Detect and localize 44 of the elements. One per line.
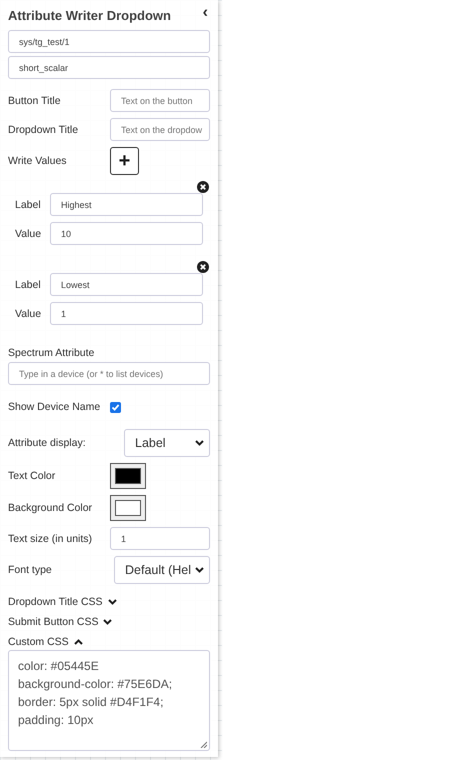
dropdown-title-field[interactable]: Text on the dropdow bbox=[110, 118, 210, 141]
value-field[interactable]: 10 bbox=[50, 222, 203, 245]
color-picker[interactable] bbox=[110, 463, 146, 489]
section-toggle[interactable]: Custom CSS bbox=[8, 636, 69, 648]
resize-handle-icon[interactable] bbox=[200, 741, 207, 748]
field-label: Font type bbox=[8, 564, 52, 576]
button-title-field[interactable]: Text on the button bbox=[110, 89, 210, 112]
color-picker[interactable] bbox=[110, 495, 146, 521]
field-label: Text size (in units) bbox=[8, 532, 92, 544]
field-label: Write Values bbox=[8, 155, 67, 167]
section-toggle[interactable]: Dropdown Title CSS bbox=[8, 596, 103, 608]
field-label: Label bbox=[15, 198, 42, 210]
remove-icon[interactable] bbox=[197, 181, 209, 193]
expand-icon bbox=[103, 619, 112, 625]
field-label: Dropdown Title bbox=[8, 124, 78, 136]
value-field[interactable]: 1 bbox=[50, 302, 203, 325]
add-button[interactable]: + bbox=[110, 147, 139, 175]
font-type-select[interactable]: Default (Hel bbox=[114, 556, 210, 584]
field-label: Value bbox=[15, 228, 42, 240]
collapse-icon bbox=[74, 639, 83, 645]
section-toggle[interactable]: Submit Button CSS bbox=[8, 616, 98, 628]
field-label: Label bbox=[15, 278, 42, 290]
remove-icon[interactable] bbox=[197, 261, 209, 273]
attribute-field[interactable]: short_scalar bbox=[8, 56, 210, 79]
label-field[interactable]: Lowest bbox=[50, 273, 203, 296]
label-field[interactable]: Highest bbox=[50, 193, 203, 216]
field-label: Value bbox=[15, 308, 42, 320]
field-label: Spectrum Attribute bbox=[8, 347, 96, 359]
text-size-field[interactable]: 1 bbox=[110, 527, 210, 550]
collapse-icon[interactable]: ‹ bbox=[202, 4, 208, 22]
caret-icon bbox=[195, 567, 204, 573]
spectrum-attribute-field[interactable]: Type in a device (or * to list devices) bbox=[8, 362, 210, 385]
expand-icon bbox=[108, 599, 117, 605]
field-label: Text Color bbox=[8, 470, 56, 482]
field-label: Button Title bbox=[8, 94, 61, 106]
caret-icon bbox=[195, 440, 204, 446]
panel-title: Attribute Writer Dropdown bbox=[8, 8, 171, 22]
attribute-display-select[interactable]: Label bbox=[124, 429, 210, 457]
custom-css-field[interactable]: color: #05445E background-color: #75E6DA; border: 5px solid #D4F1F4; padding: 10px bbox=[8, 650, 210, 751]
field-label: Show Device Name bbox=[8, 401, 100, 413]
field-label: Attribute display: bbox=[8, 437, 86, 449]
device-field[interactable]: sys/tg_test/1 bbox=[8, 30, 210, 53]
checkbox[interactable] bbox=[110, 402, 122, 412]
field-label: Background Color bbox=[8, 502, 92, 514]
